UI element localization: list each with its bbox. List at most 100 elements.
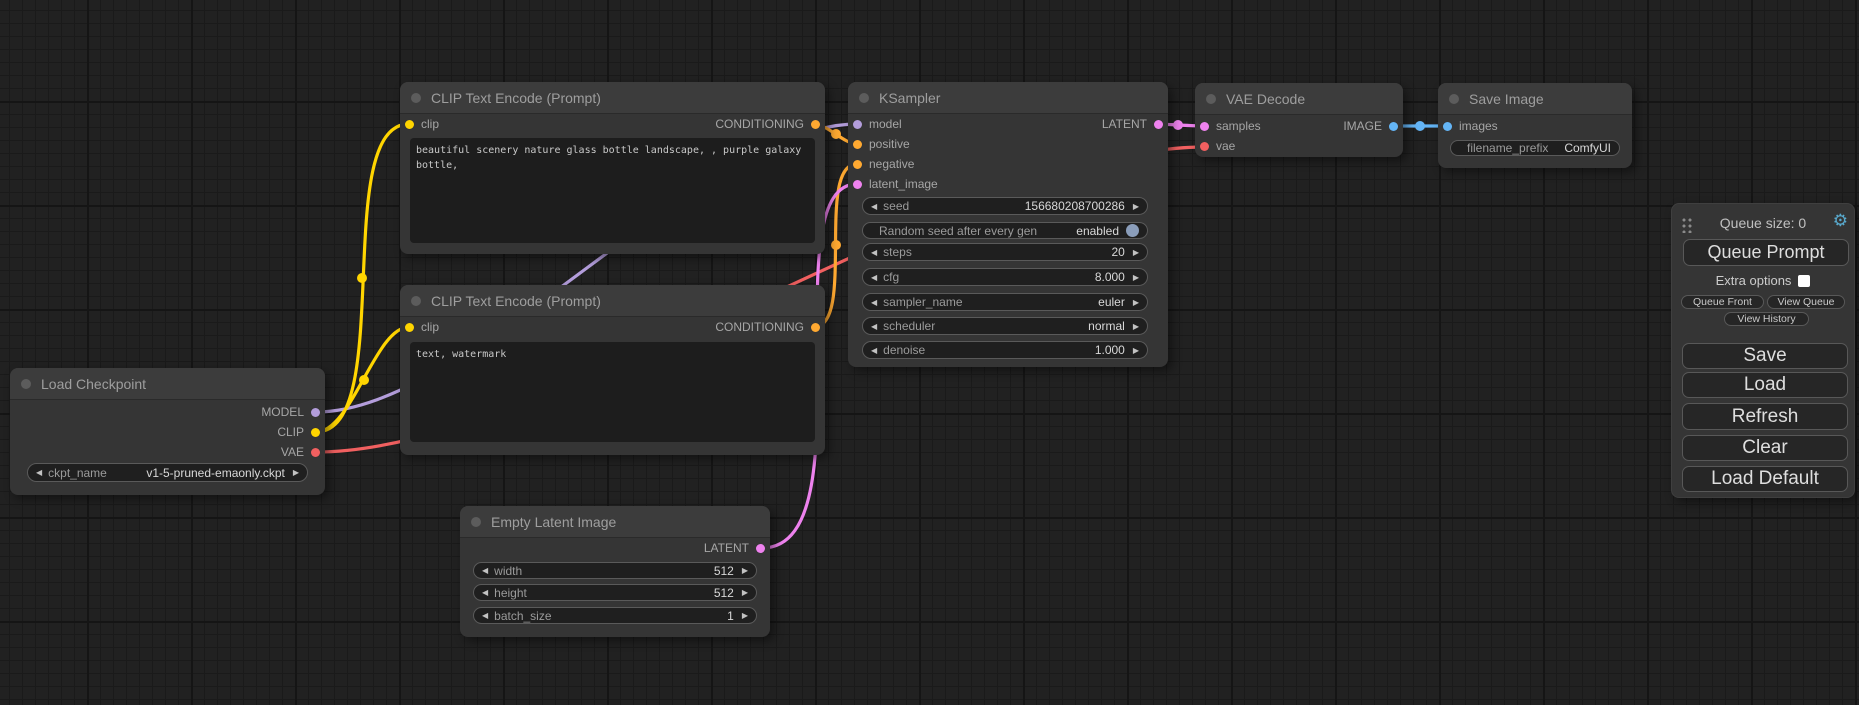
decrement-arrow-icon[interactable]: ◀ [482,611,488,620]
increment-arrow-icon[interactable]: ▶ [1133,248,1139,257]
save-button[interactable]: Save [1682,343,1848,369]
input-dot-clip[interactable] [405,120,414,129]
collapse-dot-icon[interactable] [21,379,31,389]
node-title-bar[interactable]: Empty Latent Image [460,506,770,538]
input-dot-conditioning[interactable] [853,160,862,169]
increment-arrow-icon[interactable]: ▶ [293,468,299,477]
input-dot-latent[interactable] [853,180,862,189]
clip-wire-to-positive-prompt-midpoint-dot[interactable] [357,273,367,283]
node-clip-text-encode-negative[interactable]: CLIP Text Encode (Prompt)clipCONDITIONIN… [400,285,825,455]
node-title-bar[interactable]: Save Image [1438,83,1632,115]
view-history-button[interactable]: View History [1724,312,1809,326]
widget-steps[interactable]: ◀steps20▶ [862,243,1148,261]
prompt-textarea[interactable]: text, watermark [410,342,815,442]
node-canvas[interactable]: Load CheckpointMODELCLIPVAE◀ckpt_namev1-… [0,0,1859,705]
collapse-dot-icon[interactable] [1449,94,1459,104]
queue-front-button[interactable]: Queue Front [1681,295,1764,309]
node-load-checkpoint[interactable]: Load CheckpointMODELCLIPVAE◀ckpt_namev1-… [10,368,325,495]
input-dot-image[interactable] [1443,122,1452,131]
collapse-dot-icon[interactable] [411,296,421,306]
widget-ckpt_name[interactable]: ◀ckpt_namev1-5-pruned-emaonly.ckpt▶ [27,463,308,482]
settings-gear-icon[interactable]: ⚙ [1833,211,1848,231]
decrement-arrow-icon[interactable]: ◀ [871,322,877,331]
decrement-arrow-icon[interactable]: ◀ [871,248,877,257]
node-title-bar[interactable]: CLIP Text Encode (Prompt) [400,285,825,317]
collapse-dot-icon[interactable] [411,93,421,103]
latent-wire-to-samples-midpoint-dot[interactable] [1173,120,1183,130]
output-dot-clip[interactable] [311,428,320,437]
output-dot-model[interactable] [311,408,320,417]
increment-arrow-icon[interactable]: ▶ [742,566,748,575]
input-dot-clip[interactable] [405,323,414,332]
increment-arrow-icon[interactable]: ▶ [1133,273,1139,282]
input-dot-vae[interactable] [1200,142,1209,151]
increment-arrow-icon[interactable]: ▶ [1133,346,1139,355]
extra-options-checkbox[interactable] [1798,275,1810,287]
queue-prompt-button[interactable]: Queue Prompt [1683,239,1849,266]
node-title-bar[interactable]: VAE Decode [1195,83,1403,115]
output-dot-image[interactable] [1389,122,1398,131]
output-slot-VAE: VAE [281,444,320,460]
decrement-arrow-icon[interactable]: ◀ [871,273,877,282]
increment-arrow-icon[interactable]: ▶ [1133,298,1139,307]
decrement-arrow-icon[interactable]: ◀ [482,588,488,597]
widget-cfg[interactable]: ◀cfg8.000▶ [862,268,1148,286]
widget-Random seed after every gen[interactable]: Random seed after every genenabled [862,222,1148,239]
input-slot-label: clip [421,320,439,334]
widget-denoise[interactable]: ◀denoise1.000▶ [862,341,1148,359]
output-dot-conditioning[interactable] [811,323,820,332]
view-queue-button[interactable]: View Queue [1767,295,1845,309]
node-title-bar[interactable]: CLIP Text Encode (Prompt) [400,82,825,114]
collapse-dot-icon[interactable] [471,517,481,527]
output-dot-latent[interactable] [756,544,765,553]
node-vae-decode[interactable]: VAE DecodesamplesvaeIMAGE [1195,83,1403,157]
collapse-dot-icon[interactable] [1206,94,1216,104]
widget-batch_size[interactable]: ◀batch_size1▶ [473,607,757,624]
widget-value: 512 [714,586,734,600]
output-dot-latent[interactable] [1154,120,1163,129]
refresh-button[interactable]: Refresh [1682,403,1848,430]
input-dot-model[interactable] [853,120,862,129]
output-dot-vae[interactable] [311,448,320,457]
input-slot-label: latent_image [869,177,938,191]
widget-value: 156680208700286 [1025,199,1125,213]
widget-height[interactable]: ◀height512▶ [473,584,757,601]
collapse-dot-icon[interactable] [859,93,869,103]
decrement-arrow-icon[interactable]: ◀ [871,298,877,307]
input-slot-clip: clip [405,319,439,335]
node-ksampler[interactable]: KSamplermodelpositivenegativelatent_imag… [848,82,1168,367]
input-slot-label: clip [421,117,439,131]
load-default-button[interactable]: Load Default [1682,466,1848,492]
increment-arrow-icon[interactable]: ▶ [1133,202,1139,211]
conditioning-wire-negative-midpoint-dot[interactable] [831,240,841,250]
decrement-arrow-icon[interactable]: ◀ [871,346,877,355]
conditioning-wire-positive-midpoint-dot[interactable] [831,129,841,139]
node-save-image[interactable]: Save Imageimagesfilename_prefixComfyUI [1438,83,1632,168]
clip-wire-to-negative-prompt-midpoint-dot[interactable] [359,375,369,385]
toggle-knob[interactable] [1126,224,1139,237]
output-slot-CLIP: CLIP [277,424,320,440]
input-dot-latent[interactable] [1200,122,1209,131]
widget-scheduler[interactable]: ◀schedulernormal▶ [862,317,1148,335]
decrement-arrow-icon[interactable]: ◀ [482,566,488,575]
load-button[interactable]: Load [1682,372,1848,398]
node-title-bar[interactable]: Load Checkpoint [10,368,325,400]
widget-sampler_name[interactable]: ◀sampler_nameeuler▶ [862,293,1148,311]
input-dot-conditioning[interactable] [853,140,862,149]
widget-seed[interactable]: ◀seed156680208700286▶ [862,197,1148,215]
increment-arrow-icon[interactable]: ▶ [742,611,748,620]
clear-button[interactable]: Clear [1682,435,1848,461]
decrement-arrow-icon[interactable]: ◀ [871,202,877,211]
node-clip-text-encode-positive[interactable]: CLIP Text Encode (Prompt)clipCONDITIONIN… [400,82,825,254]
decrement-arrow-icon[interactable]: ◀ [36,468,42,477]
node-title-bar[interactable]: KSampler [848,82,1168,114]
widget-width[interactable]: ◀width512▶ [473,562,757,579]
widget-filename_prefix[interactable]: filename_prefixComfyUI [1450,140,1620,156]
output-dot-conditioning[interactable] [811,120,820,129]
increment-arrow-icon[interactable]: ▶ [742,588,748,597]
image-wire-midpoint-dot[interactable] [1415,121,1425,131]
widget-value: 512 [714,564,734,578]
prompt-textarea[interactable]: beautiful scenery nature glass bottle la… [410,138,815,243]
node-empty-latent-image[interactable]: Empty Latent ImageLATENT◀width512▶◀heigh… [460,506,770,637]
increment-arrow-icon[interactable]: ▶ [1133,322,1139,331]
